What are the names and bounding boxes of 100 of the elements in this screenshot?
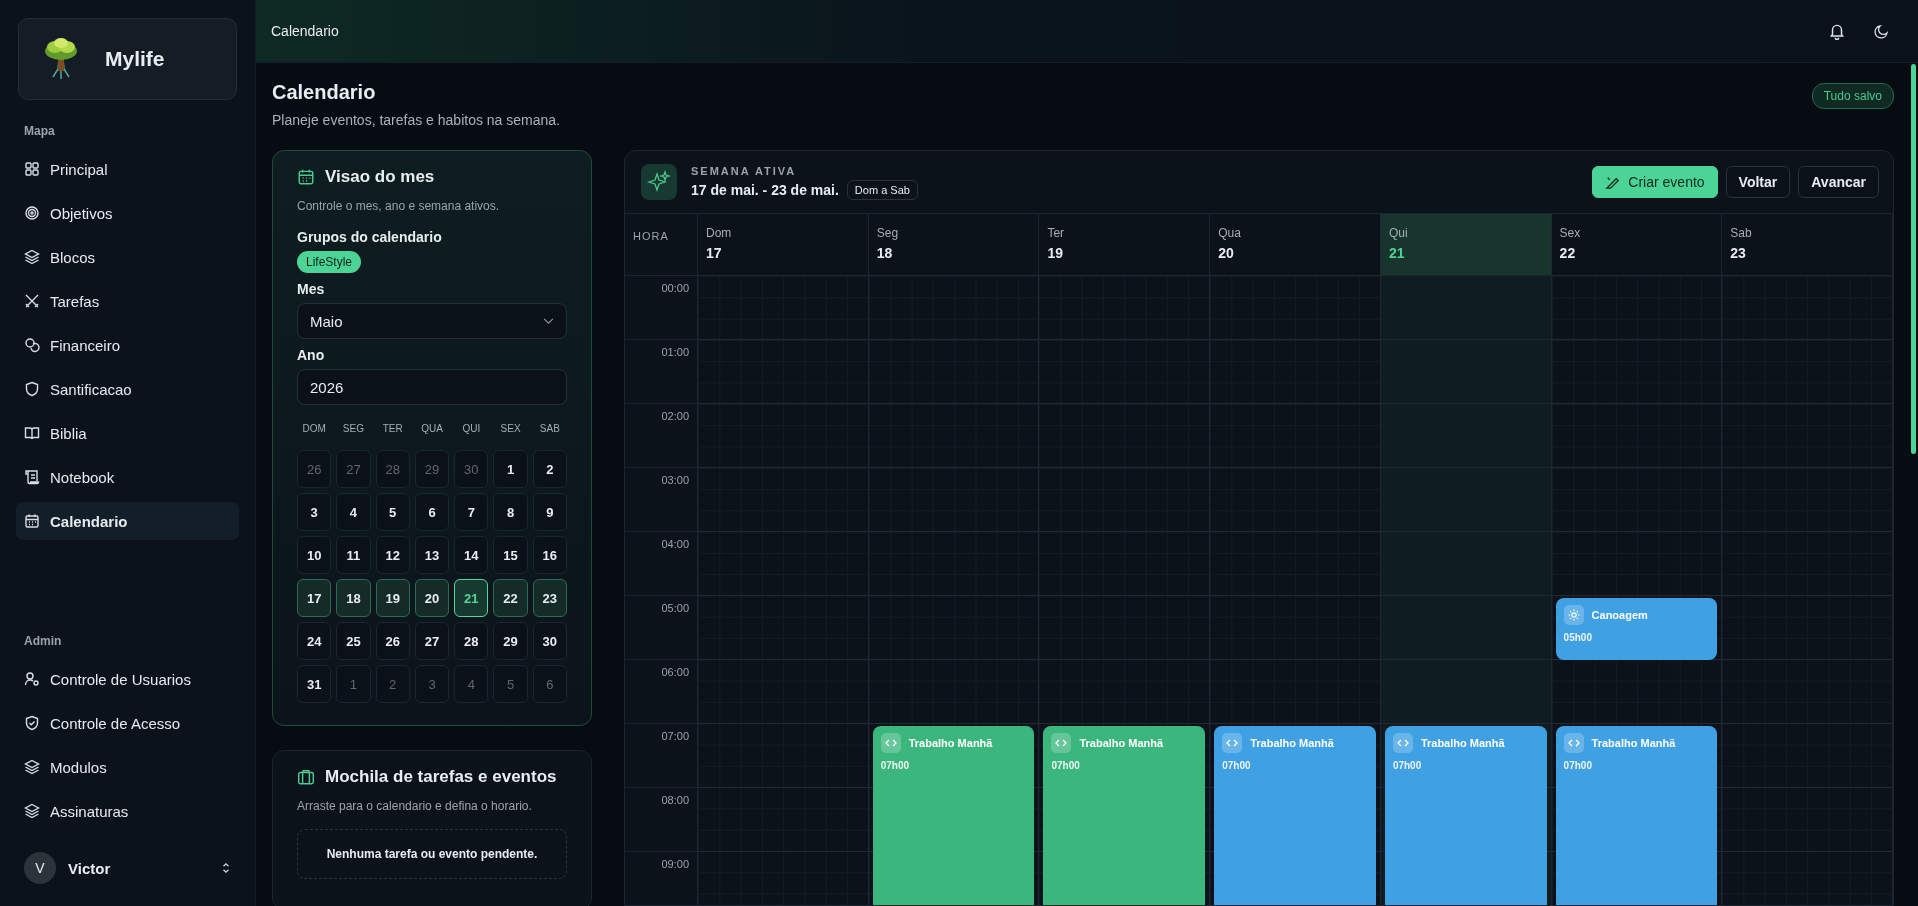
- day-cell[interactable]: 5: [375, 493, 410, 531]
- nav-button[interactable]: Avancar: [1798, 166, 1879, 198]
- day-cell[interactable]: 19: [375, 579, 410, 617]
- day-cell[interactable]: 30: [532, 622, 567, 660]
- day-cell[interactable]: 2: [532, 450, 567, 488]
- day-cell[interactable]: 8: [493, 493, 528, 531]
- day-cell[interactable]: 4: [336, 493, 371, 531]
- day-header[interactable]: Sab 23: [1722, 214, 1893, 276]
- day-cell[interactable]: 20: [414, 579, 450, 617]
- hour-heading: HORA: [633, 230, 669, 242]
- nav-item[interactable]: Calendario: [16, 502, 239, 540]
- day-cell[interactable]: 12: [375, 536, 410, 574]
- day-cell[interactable]: 10: [297, 536, 332, 574]
- day-cell[interactable]: 31: [297, 665, 332, 703]
- day-cell[interactable]: 15: [493, 536, 528, 574]
- day-header[interactable]: Qua 20: [1210, 214, 1380, 276]
- day-cell[interactable]: 1: [493, 450, 528, 488]
- save-status: Tudo salvo: [1811, 83, 1894, 109]
- nav-button[interactable]: Voltar: [1725, 166, 1791, 198]
- field-label: Grupos do calendario: [297, 229, 443, 245]
- section-title: Admin: [24, 634, 63, 648]
- year-field[interactable]: 2026: [297, 369, 567, 405]
- nav-item[interactable]: Notebook: [16, 458, 239, 496]
- month-select[interactable]: Maio: [297, 303, 567, 339]
- calendar-icon: [24, 513, 40, 529]
- grid-icon: [24, 161, 40, 177]
- nav-item[interactable]: Blocos: [16, 238, 239, 276]
- day-header[interactable]: Sex 22: [1551, 214, 1722, 276]
- nav-item[interactable]: Controle de Acesso: [16, 704, 239, 742]
- avatar: V: [24, 852, 56, 884]
- day-cell[interactable]: 27: [414, 622, 450, 660]
- layers-icon: [24, 249, 40, 265]
- field-label: Ano: [297, 347, 326, 363]
- create-button[interactable]: Criar evento: [1592, 166, 1718, 198]
- layers-icon: [24, 759, 40, 775]
- day-cell[interactable]: 21: [454, 579, 489, 617]
- nav-item[interactable]: Controle de Usuarios: [16, 660, 239, 698]
- hour-label: 06:00: [661, 666, 689, 678]
- day-cell[interactable]: 11: [336, 536, 371, 574]
- day-cell[interactable]: 24: [297, 622, 332, 660]
- hour-label: 07:00: [661, 730, 689, 742]
- scrollbar[interactable]: [1911, 64, 1916, 454]
- group-chip[interactable]: LifeStyle: [297, 251, 362, 273]
- sparkle-icon: [641, 164, 677, 200]
- day-cell[interactable]: 17: [297, 579, 332, 617]
- day-cell[interactable]: 7: [454, 493, 489, 531]
- moon-icon[interactable]: [1874, 23, 1890, 39]
- day-cell[interactable]: 23: [532, 579, 567, 617]
- chevrons-icon: [221, 861, 231, 875]
- day-cell[interactable]: 6: [414, 493, 450, 531]
- week-label: SEMANA ATIVA: [691, 164, 798, 177]
- code-icon: [880, 733, 901, 753]
- calendar-icon: [297, 168, 315, 186]
- day-cell[interactable]: 22: [493, 579, 528, 617]
- nav-item[interactable]: Tarefas: [16, 282, 239, 320]
- swords-icon: [24, 293, 40, 309]
- page-title: Calendario: [272, 81, 377, 104]
- code-icon: [1222, 733, 1243, 753]
- nav-item[interactable]: Financeiro: [16, 326, 239, 364]
- day-cell[interactable]: 13: [414, 536, 450, 574]
- day-header[interactable]: Dom 17: [698, 214, 868, 276]
- hour-label: 08:00: [661, 794, 689, 806]
- day-header[interactable]: Qui 21: [1380, 214, 1551, 276]
- nav-item[interactable]: Santificacao: [16, 370, 239, 408]
- brand-card[interactable]: Mylife: [18, 18, 237, 100]
- day-cell[interactable]: 28: [454, 622, 489, 660]
- nav-item[interactable]: Modulos: [16, 748, 239, 786]
- weekday-label: SEX: [499, 423, 522, 436]
- nav-item[interactable]: Principal: [16, 150, 239, 188]
- bell-icon[interactable]: [1828, 22, 1846, 40]
- panel-title: Mochila de tarefas e eventos: [325, 767, 557, 787]
- day-header[interactable]: Ter 19: [1039, 214, 1210, 276]
- hour-label: 02:00: [661, 410, 689, 422]
- day-cell[interactable]: 18: [336, 579, 371, 617]
- day-cell[interactable]: 26: [375, 622, 410, 660]
- day-cell[interactable]: 29: [493, 622, 528, 660]
- week-badge: Dom a Sab: [846, 179, 918, 200]
- day-cell[interactable]: 14: [454, 536, 489, 574]
- weekday-label: SAB: [538, 423, 561, 436]
- breadcrumb: Calendario: [271, 23, 339, 39]
- target-icon: [24, 205, 40, 221]
- day-header[interactable]: Seg 18: [868, 214, 1039, 276]
- hour-label: 00:00: [661, 282, 689, 294]
- nav-item[interactable]: Objetivos: [16, 194, 239, 232]
- user-menu[interactable]: V Victor: [16, 844, 239, 892]
- day-cell[interactable]: 3: [297, 493, 332, 531]
- brand-name: Mylife: [105, 47, 165, 71]
- nav-item[interactable]: Biblia: [16, 414, 239, 452]
- coins-icon: [24, 337, 40, 353]
- weekday-label: DOM: [301, 423, 327, 436]
- panel-subtitle: Arraste para o calendario e defina o horario.: [297, 799, 533, 813]
- weekday-label: TER: [381, 423, 404, 436]
- sun-icon: [1563, 605, 1584, 625]
- nav-item[interactable]: Assinaturas: [16, 792, 239, 830]
- day-cell[interactable]: 25: [336, 622, 371, 660]
- day-cell[interactable]: 16: [532, 536, 567, 574]
- weekday-label: QUI: [461, 423, 482, 436]
- hour-label: 01:00: [661, 346, 689, 358]
- shield-check-icon: [24, 715, 40, 731]
- day-cell[interactable]: 9: [532, 493, 567, 531]
